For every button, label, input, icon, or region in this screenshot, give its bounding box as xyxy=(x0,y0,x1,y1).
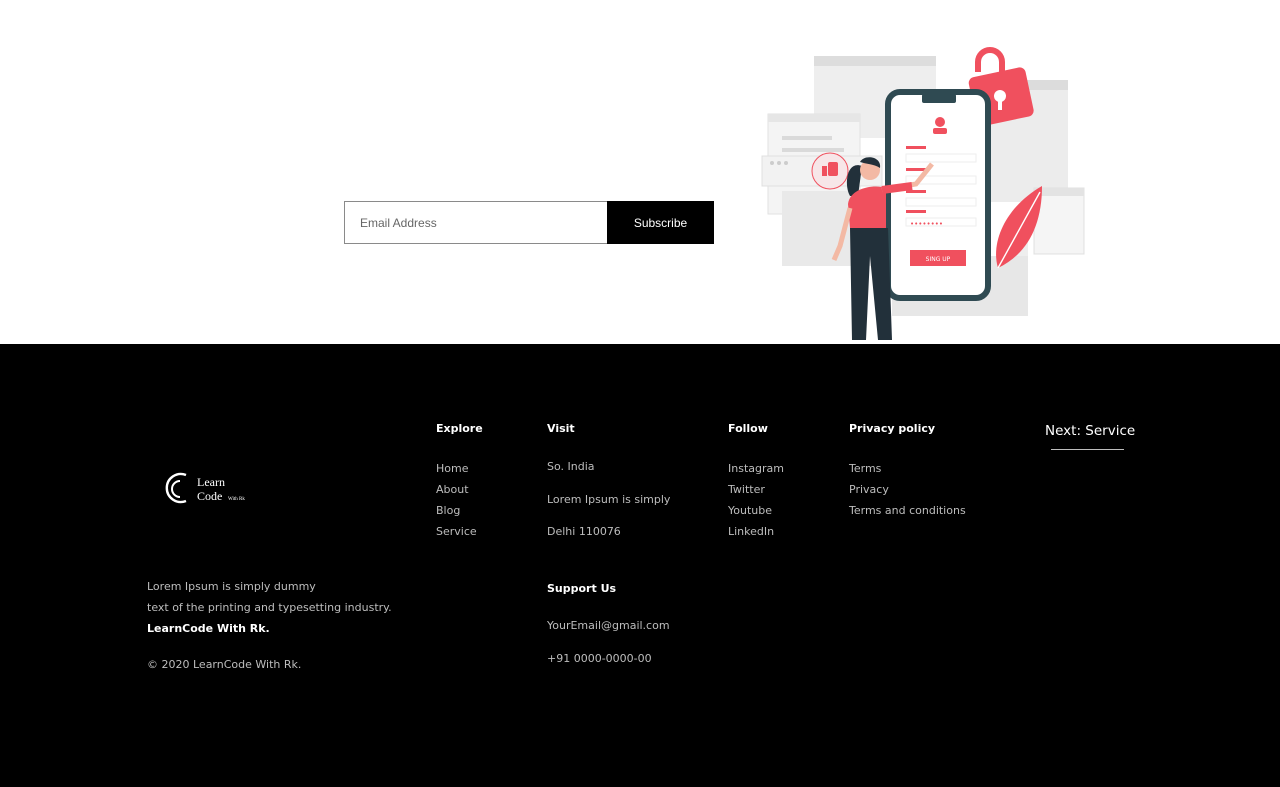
illustration-signup-label: SING UP xyxy=(926,256,951,263)
footer: Learn Code With Rk Lorem Ipsum is simply… xyxy=(0,344,1280,787)
explore-link-home[interactable]: Home xyxy=(436,462,468,475)
subscribe-form: Subscribe xyxy=(344,201,714,244)
newsletter-section: Subscribe xyxy=(0,0,1280,344)
logo-word-code: Code xyxy=(197,489,222,503)
learncode-logo[interactable]: Learn Code With Rk xyxy=(164,469,256,507)
visit-line-1: So. India xyxy=(547,460,595,473)
privacy-link-terms[interactable]: Terms xyxy=(849,462,881,475)
privacy-link-privacy[interactable]: Privacy xyxy=(849,483,889,496)
explore-heading: Explore xyxy=(436,422,483,435)
privacy-heading: Privacy policy xyxy=(849,422,936,435)
privacy-link-terms-conditions[interactable]: Terms and conditions xyxy=(849,504,966,517)
explore-link-about[interactable]: About xyxy=(436,483,469,496)
logo-word-learn: Learn xyxy=(197,475,225,489)
visit-line-2: Lorem Ipsum is simply xyxy=(547,493,671,506)
support-email-link[interactable]: YourEmail@gmail.com xyxy=(547,619,670,632)
visit-heading: Visit xyxy=(547,422,575,435)
explore-link-service[interactable]: Service xyxy=(436,525,477,538)
follow-link-linkedin[interactable]: LinkedIn xyxy=(728,525,774,538)
svg-text:••••••••: •••••••• xyxy=(910,220,943,228)
follow-link-twitter[interactable]: Twitter xyxy=(728,483,765,496)
next-service-link[interactable]: Next: Service xyxy=(1045,423,1135,439)
signup-illustration: •••••••• SING UP xyxy=(761,47,1085,340)
visit-line-3: Delhi 110076 xyxy=(547,525,621,538)
support-phone-link[interactable]: +91 0000-0000-00 xyxy=(547,652,652,665)
about-line-1: Lorem Ipsum is simply dummy xyxy=(147,580,316,593)
follow-heading: Follow xyxy=(728,422,768,435)
copyright-text: © 2020 LearnCode With Rk. xyxy=(147,658,302,671)
about-line-2: text of the printing and typesetting ind… xyxy=(147,601,392,614)
follow-link-instagram[interactable]: Instagram xyxy=(728,462,784,475)
follow-link-youtube[interactable]: Youtube xyxy=(728,504,772,517)
email-input[interactable] xyxy=(344,201,607,244)
explore-link-blog[interactable]: Blog xyxy=(436,504,460,517)
about-brand: LearnCode With Rk. xyxy=(147,622,270,635)
logo-word-rk: With Rk xyxy=(228,497,245,502)
subscribe-button[interactable]: Subscribe xyxy=(607,201,714,244)
support-heading: Support Us xyxy=(547,582,617,595)
next-underline xyxy=(1051,449,1124,450)
